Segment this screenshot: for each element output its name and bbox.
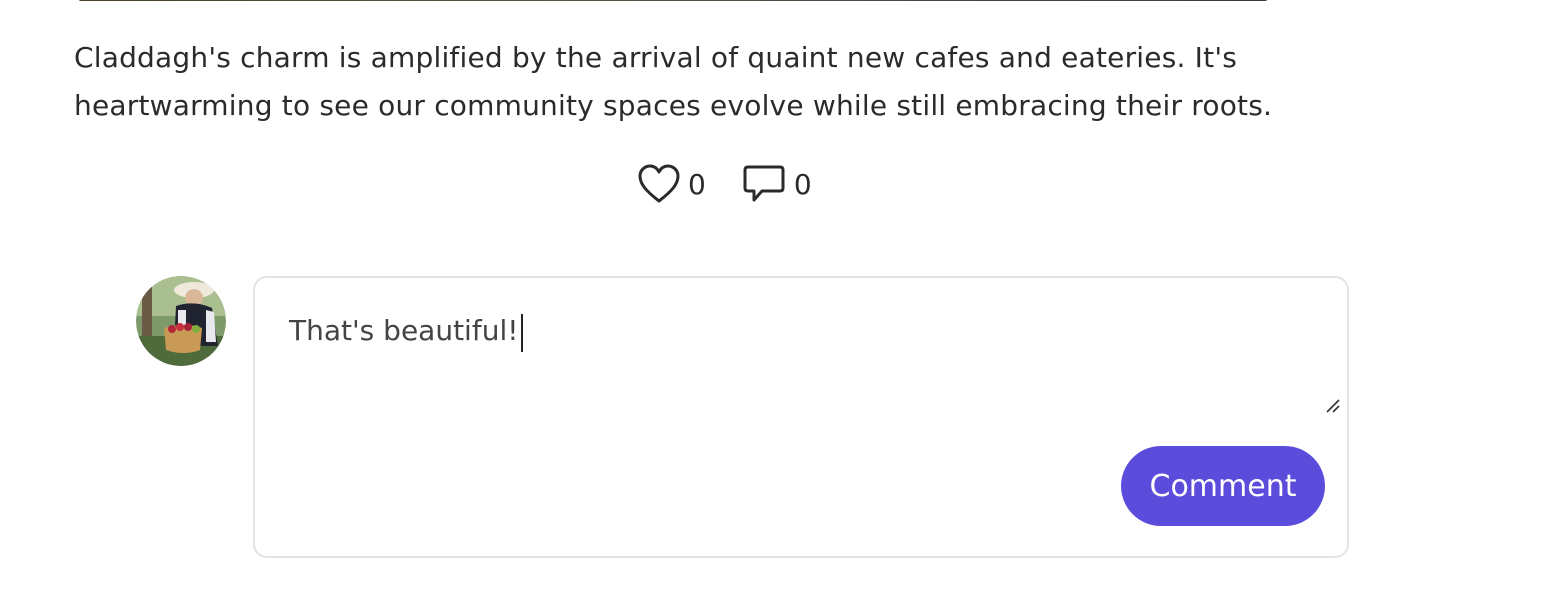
comment-input[interactable]: That's beautiful! <box>289 308 1299 408</box>
resize-handle-icon[interactable] <box>1325 398 1341 414</box>
reactions-bar: 0 0 <box>638 164 812 204</box>
post-body-text: Claddagh's charm is amplified by the arr… <box>74 41 1273 122</box>
like-count: 0 <box>688 167 706 201</box>
avatar <box>136 276 226 366</box>
speech-bubble-icon <box>742 164 786 204</box>
heart-icon <box>638 164 680 204</box>
comment-box: That's beautiful! Comment <box>253 276 1349 558</box>
post-image-bottom-edge <box>78 0 1268 1</box>
comment-count: 0 <box>793 167 812 201</box>
comment-submit-button[interactable]: Comment <box>1121 446 1325 526</box>
like-button[interactable]: 0 <box>638 164 706 204</box>
comments-button[interactable]: 0 <box>742 164 812 204</box>
text-caret <box>521 314 523 352</box>
